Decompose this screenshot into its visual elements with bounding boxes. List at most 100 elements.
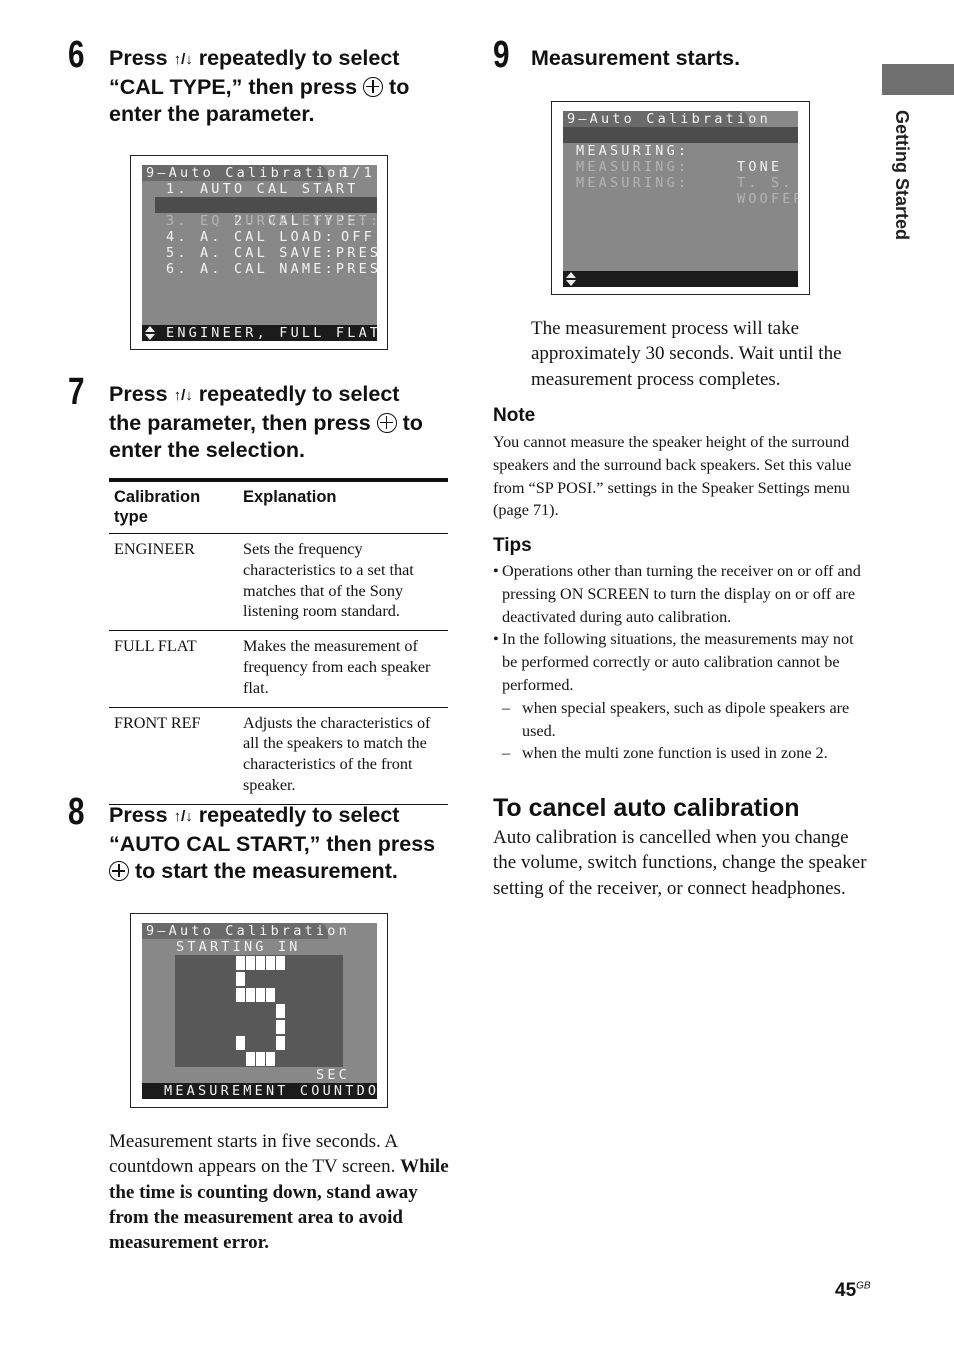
text: to — [383, 74, 410, 99]
tip-item: • Operations other than turning the recei… — [493, 560, 871, 628]
cell-explanation: Sets the frequency characteristics to a … — [238, 533, 448, 632]
screen-footer: ENGINEER, FULL FLAT → — [142, 325, 377, 341]
menu-item-a-cal-name[interactable]: 6. A. CAL NAME:PRESET-1 — [166, 261, 377, 277]
cell-type: FRONT REF — [109, 707, 238, 805]
table-header-row: Calibration type Explanation — [109, 478, 448, 534]
bullet-icon: • — [493, 562, 499, 580]
cell-type: FULL FLAT — [109, 630, 238, 708]
up-down-arrow-icon — [145, 326, 155, 340]
tip-item: • In the following situations, the measur… — [493, 628, 871, 696]
tip-sub-item: – when the multi zone function is used in… — [493, 742, 871, 765]
cell-explanation: Adjusts the characteristics of all the s… — [238, 707, 448, 805]
step-8-description: Measurement starts in five seconds. A co… — [109, 1129, 454, 1255]
tip-text: In the following situations, the measure… — [502, 630, 854, 694]
menu-item-auto-cal-start[interactable]: 1. AUTO CAL START — [166, 181, 359, 197]
up-down-arrow-icon: ↑/↓ — [173, 51, 193, 68]
menu-item-label: 6. A. CAL NAME: — [166, 261, 336, 277]
dash-icon: – — [502, 698, 511, 717]
screen-title: 9–Auto Calibration — [142, 923, 347, 939]
text: Press — [109, 382, 174, 406]
menu-item-eq-curve-effect: 3. EQ CURVE EFFECT:--- — [166, 213, 377, 229]
measuring-item-woofer: MEASURING: WOOFER — [563, 159, 798, 207]
text: repeatedly to select — [192, 382, 400, 406]
page-indicator: 1/1 — [341, 165, 375, 181]
tv-screen-cal-type: 9–Auto Calibration 1/1 1. AUTO CAL START… — [130, 155, 388, 350]
cancel-heading: To cancel auto calibration — [493, 794, 800, 822]
page-number: 45GB — [835, 1280, 871, 1302]
step-6-instruction: Press ↑/↓ repeatedly to select “CAL TYPE… — [109, 45, 459, 129]
screen-title: 9–Auto Calibration — [142, 165, 347, 181]
menu-item-a-cal-load[interactable]: 4. A. CAL LOAD: — [166, 229, 336, 245]
screen-footer — [563, 271, 798, 287]
text: Press — [109, 46, 174, 70]
screen-footer: MEASUREMENT COUNTDOWN — [142, 1083, 377, 1099]
text: “AUTO CAL START,” then press — [109, 831, 436, 856]
starting-in-label: STARTING IN — [176, 939, 301, 955]
step-9-instruction: Measurement starts. — [531, 46, 741, 70]
menu-item-label: 5. A. CAL SAVE: — [166, 245, 336, 261]
tv-display: 9–Auto Calibration STARTING IN SEC MEASU… — [142, 923, 377, 1099]
section-label: Getting Started — [892, 110, 912, 241]
measuring-item-tsp: MEASURING: T. S. P. — [563, 143, 798, 191]
menu-item-label: 3. EQ CURVE EFFECT: — [166, 213, 377, 229]
text: enter the parameter. — [109, 102, 315, 126]
step-number-7: 7 — [68, 371, 85, 413]
step-number-6: 6 — [68, 34, 85, 76]
table-row: FRONT REF Adjusts the characteristics of… — [109, 707, 448, 805]
note-heading: Note — [493, 405, 536, 426]
tip-sub-text: when the multi zone function is used in … — [522, 744, 828, 763]
menu-item-value: PRESET-1 — [335, 261, 377, 277]
a-cal-load-value: OFF — [341, 229, 375, 245]
dash-icon: – — [502, 744, 511, 763]
step-number-9: 9 — [493, 34, 510, 76]
enter-button-icon — [109, 861, 129, 881]
tv-screen-countdown: 9–Auto Calibration STARTING IN SEC MEASU… — [130, 913, 388, 1108]
tips-list: • Operations other than turning the recei… — [493, 560, 871, 765]
description-text: Measurement starts in five seconds. A co… — [109, 1131, 398, 1178]
tip-text: Operations other than turning the receiv… — [502, 562, 861, 626]
column-header-type: Calibration type — [109, 478, 238, 534]
countdown-digit-5 — [236, 956, 285, 1066]
digit-pixels — [236, 956, 285, 1066]
footer-text: ENGINEER, FULL FLAT → — [166, 325, 377, 341]
enter-button-icon — [376, 412, 397, 433]
step-8-instruction: Press ↑/↓ repeatedly to select “AUTO CAL… — [109, 802, 459, 886]
section-tab-marker — [882, 64, 954, 95]
cell-explanation: Makes the measurement of frequency from … — [238, 630, 448, 708]
text: repeatedly to select — [192, 803, 400, 827]
text: repeatedly to select — [192, 46, 400, 70]
screen-title: 9–Auto Calibration — [563, 111, 768, 127]
text: enter the selection. — [109, 438, 305, 462]
menu-item-value: PRESET-1 — [335, 245, 377, 261]
column-header-explanation: Explanation — [238, 478, 448, 534]
countdown-panel — [175, 955, 343, 1067]
page-number-suffix: GB — [856, 1280, 871, 1292]
tip-sub-text: when special speakers, such as dipole sp… — [522, 698, 850, 740]
calibration-type-table: Calibration type Explanation ENGINEER Se… — [109, 478, 448, 805]
tips-heading: Tips — [493, 535, 532, 556]
text: to — [396, 410, 423, 435]
measuring-label: MEASURING: — [576, 175, 690, 191]
step-7-instruction: Press ↑/↓ repeatedly to select the param… — [109, 381, 459, 465]
tv-display: 9–Auto Calibration MEASURING: TONE MEASU… — [563, 111, 798, 287]
menu-item-cal-type[interactable]: 2. CAL TYPE: FULL FLAT — [155, 197, 377, 229]
bullet-icon: • — [493, 630, 499, 649]
page-number-value: 45 — [835, 1280, 857, 1301]
text: to start the measurement. — [129, 859, 398, 883]
menu-item-a-cal-save[interactable]: 5. A. CAL SAVE:PRESET-1 — [166, 245, 377, 261]
measuring-value: T. S. P. — [737, 175, 794, 191]
up-down-arrow-icon — [566, 272, 576, 286]
text: Press — [109, 803, 174, 827]
step-9-description: The measurement process will take approx… — [531, 318, 842, 390]
cancel-text: Auto calibration is cancelled when you c… — [493, 827, 867, 899]
text: “CAL TYPE,” then press — [109, 74, 364, 99]
tip-sub-item: – when special speakers, such as dipole s… — [493, 697, 871, 743]
measuring-value: WOOFER — [737, 191, 798, 207]
table-row: ENGINEER Sets the frequency characterist… — [109, 533, 448, 632]
enter-button-icon — [363, 76, 384, 97]
cell-type: ENGINEER — [109, 533, 238, 632]
note-text: You cannot measure the speaker height of… — [493, 433, 852, 520]
up-down-arrow-icon: ↑/↓ — [173, 387, 193, 404]
measuring-item-tone: MEASURING: TONE — [563, 127, 798, 175]
text: the parameter, then press — [109, 410, 377, 435]
